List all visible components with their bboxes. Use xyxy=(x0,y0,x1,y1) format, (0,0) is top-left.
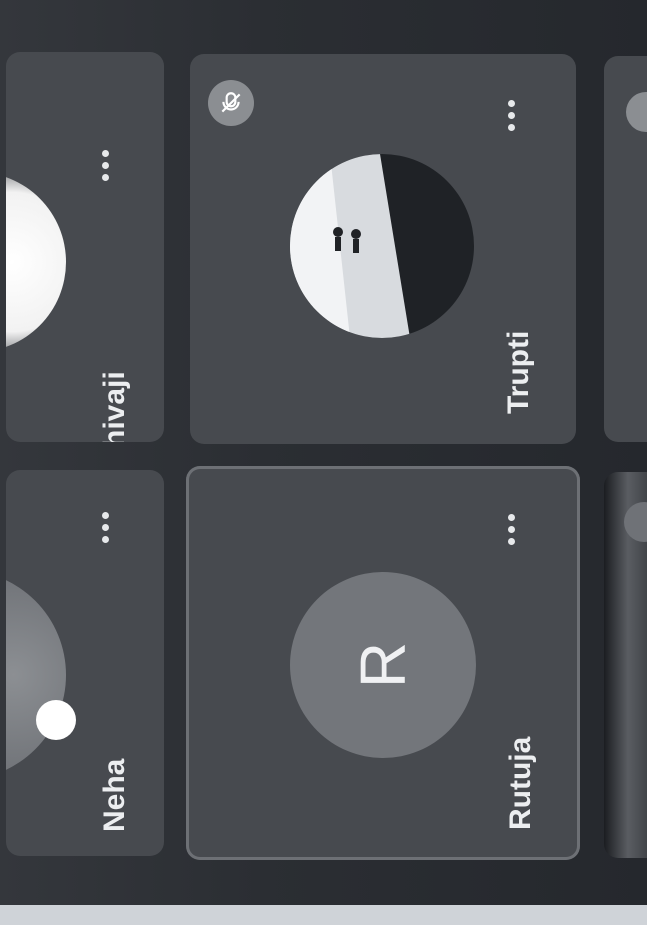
participant-name: Neha xyxy=(98,758,131,832)
photo-highlight xyxy=(36,700,76,740)
participant-tile-partial-bottom[interactable] xyxy=(604,472,647,858)
mic-off-icon xyxy=(208,80,254,126)
participant-name: Shivaji xyxy=(98,371,131,442)
participant-tile-shivaji[interactable]: Shivaji xyxy=(6,52,164,442)
participant-avatar: R xyxy=(290,572,476,758)
video-call-grid: Shivaji Neha Trupti R Rutuja xyxy=(0,0,647,925)
participant-tile-partial-top[interactable] xyxy=(604,56,647,442)
participant-tile-neha[interactable]: Neha xyxy=(6,470,164,856)
more-options-icon[interactable] xyxy=(508,514,515,545)
mic-off-glyph xyxy=(221,92,241,113)
mic-off-icon xyxy=(626,92,647,132)
system-bar xyxy=(0,905,647,925)
participant-name: Trupti xyxy=(502,330,535,414)
mic-off-icon xyxy=(624,502,647,542)
participant-name: Rutuja xyxy=(504,736,537,830)
photo-scene xyxy=(290,154,474,338)
more-options-icon[interactable] xyxy=(508,100,515,131)
participant-tile-trupti[interactable]: Trupti xyxy=(190,54,576,444)
participant-tile-rutuja[interactable]: R Rutuja xyxy=(186,466,580,860)
participant-photo xyxy=(6,172,66,352)
participant-photo xyxy=(290,154,474,338)
avatar-initial: R xyxy=(347,641,419,689)
participant-photo xyxy=(6,570,66,780)
more-options-icon[interactable] xyxy=(102,512,109,543)
more-options-icon[interactable] xyxy=(102,150,109,181)
